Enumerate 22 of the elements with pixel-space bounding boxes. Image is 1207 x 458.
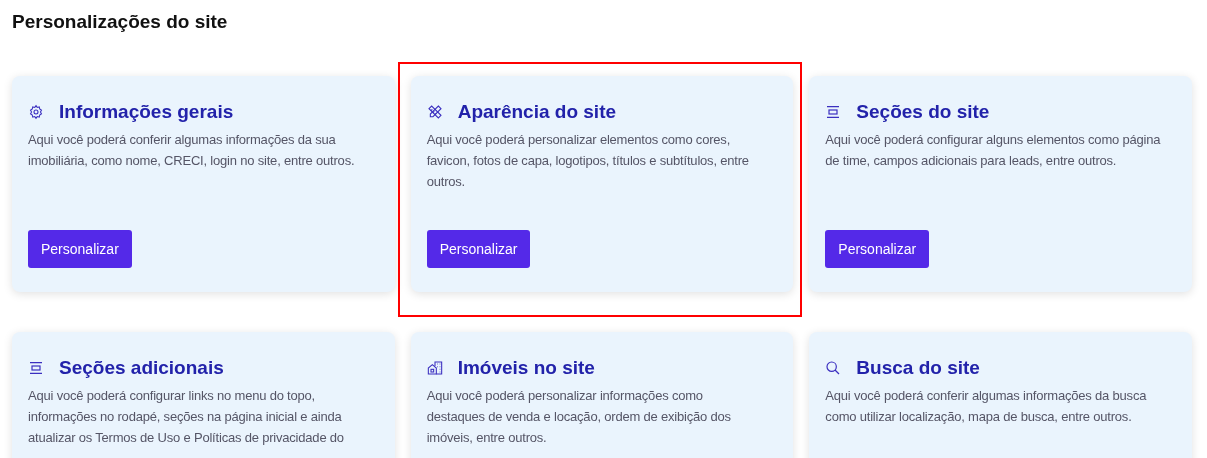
card-title: Seções do site <box>856 100 990 124</box>
section-icon <box>825 104 842 120</box>
card-title: Busca do site <box>856 356 980 380</box>
card-description: Aqui você poderá conferir algumas informações da busca como utilizar localização, mapa de busca, entre outros. <box>825 387 1148 426</box>
gear-icon <box>28 104 44 120</box>
card-description: Aqui você poderá configurar links no menu do topo, informações no rodapé, seções na página inicial e ainda atualizar os Termos de Uso e Políticas de privacidade do <box>28 387 345 447</box>
card-title: Informações gerais <box>59 100 234 124</box>
section-icon <box>28 360 44 376</box>
search-icon <box>825 360 842 376</box>
card-title: Aparência do site <box>457 100 617 124</box>
customize-button[interactable]: Personalizar <box>825 230 930 268</box>
buildings-icon <box>426 360 443 376</box>
card-title: Imóveis no site <box>457 356 595 380</box>
card-description: Aqui você poderá configurar alguns elementos como página de time, campos adicionais para leads, entre outros. <box>825 131 1161 170</box>
card-title: Seções adicionais <box>59 356 224 380</box>
customize-button[interactable]: Personalizar <box>426 230 531 268</box>
customize-button[interactable]: Personalizar <box>28 230 132 268</box>
card-description: Aqui você poderá personalizar elementos como cores, favicon, fotos de capa, logotipos, títulos e subtítulos, entre outros. <box>426 131 750 191</box>
card-description: Aqui você poderá conferir algumas informações da sua imobiliária, como nome, CRECI, login no site, entre outros. <box>28 131 356 170</box>
card-description: Aqui você poderá personalizar informações como destaques de venda e locação, ordem de exibição dos imóveis, entre outros. <box>426 387 732 447</box>
pencil-ruler-icon <box>426 104 443 120</box>
page-title: Personalizações do site <box>12 10 229 34</box>
